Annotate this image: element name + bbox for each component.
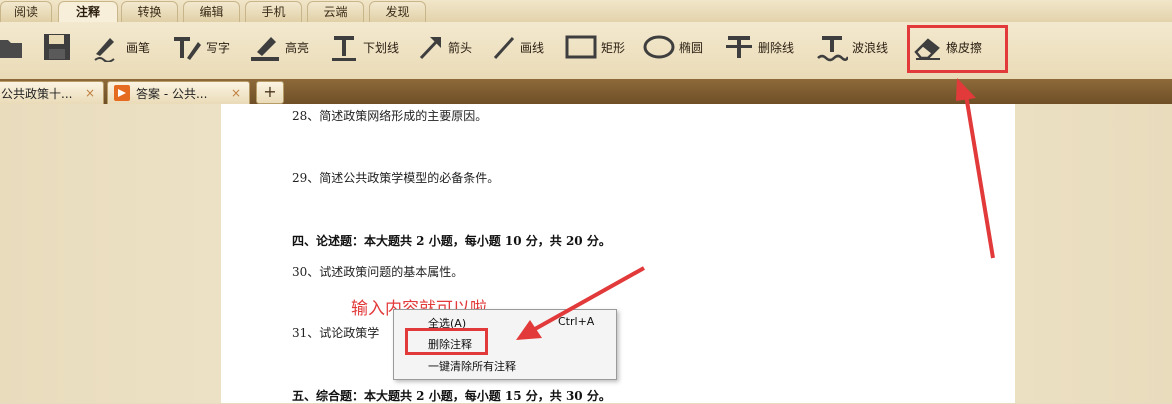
new-tab-button[interactable]: +	[256, 81, 284, 104]
arrow-icon	[419, 37, 441, 60]
strikethrough-icon	[726, 36, 752, 58]
tab-title: 公共政策十...	[1, 86, 73, 101]
close-icon[interactable]: ×	[231, 86, 241, 100]
save-icon	[44, 34, 70, 60]
section-four-heading: 四、论述题：本大题共 2 小题，每小题 10 分，共 20 分。	[292, 234, 611, 248]
question-29: 29、简述公共政策学模型的必备条件。	[292, 171, 500, 185]
line-icon	[493, 36, 515, 60]
ellipse-tool-button[interactable]: 椭圆	[643, 32, 703, 62]
delete-annotation-highlight-box	[405, 328, 488, 355]
pen-label: 画笔	[126, 40, 151, 55]
pdf-app-icon	[114, 85, 130, 101]
menu-bar: 阅读 注释 转换 编辑 手机 云端 发现	[0, 0, 1172, 24]
menu-tab-mobile[interactable]: 手机	[245, 1, 302, 23]
menu-tab-annotate[interactable]: 注释	[58, 1, 118, 24]
pen-tool-button[interactable]: 画笔	[92, 32, 150, 62]
menu-tab-convert[interactable]: 转换	[121, 1, 178, 23]
underline-label: 下划线	[363, 40, 400, 55]
shortcut-select-all: Ctrl+A	[558, 315, 595, 328]
rectangle-tool-button[interactable]: 矩形	[565, 32, 625, 62]
line-label: 画线	[520, 40, 545, 55]
menu-tab-cloud[interactable]: 云端	[307, 1, 364, 23]
highlight-tool-button[interactable]: 高亮	[249, 32, 309, 62]
section-five-heading: 五、综合题：本大题共 2 小题，每小题 15 分，共 30 分。	[292, 389, 611, 403]
strikethrough-label: 删除线	[758, 40, 795, 55]
rectangle-label: 矩形	[601, 40, 626, 55]
arrow-tool-button[interactable]: 箭头	[418, 32, 472, 62]
menu-tab-read[interactable]: 阅读	[0, 1, 52, 23]
wavy-line-label: 波浪线	[852, 40, 889, 55]
highlight-label: 高亮	[285, 40, 310, 55]
wavy-line-tool-button[interactable]: 波浪线	[816, 32, 888, 62]
text-icon	[174, 37, 201, 60]
wavy-line-icon	[817, 36, 848, 62]
ellipse-icon	[643, 35, 675, 59]
strikethrough-tool-button[interactable]: 删除线	[724, 32, 794, 62]
document-tab-2[interactable]: 答案 - 公共... ×	[107, 81, 250, 104]
document-tab-1[interactable]: 公共政策十... ×	[0, 81, 104, 104]
line-tool-button[interactable]: 画线	[492, 32, 544, 62]
tab-title: 答案 - 公共...	[136, 86, 208, 101]
menu-tab-edit[interactable]: 编辑	[183, 1, 240, 23]
rectangle-icon	[565, 35, 597, 59]
close-icon[interactable]: ×	[85, 86, 95, 100]
write-tool-button[interactable]: 写字	[172, 32, 230, 62]
question-30: 30、试述政策问题的基本属性。	[292, 265, 464, 279]
write-label: 写字	[206, 40, 231, 55]
pen-icon	[94, 38, 115, 62]
underline-icon	[332, 36, 356, 61]
document-page[interactable]: 28、简述政策网络形成的主要原因。 29、简述公共政策学模型的必备条件。 四、论…	[221, 104, 1015, 403]
underline-tool-button[interactable]: 下划线	[329, 32, 399, 62]
save-button[interactable]	[42, 32, 72, 62]
question-28: 28、简述政策网络形成的主要原因。	[292, 109, 488, 123]
ellipse-label: 椭圆	[679, 40, 704, 55]
eraser-highlight-box	[907, 25, 1008, 73]
highlighter-icon	[251, 37, 279, 61]
menu-tab-discover[interactable]: 发现	[369, 1, 426, 23]
menu-item-clear-all-annotations[interactable]: 一键清除所有注释	[428, 358, 516, 374]
question-31: 31、试论政策学	[292, 326, 380, 340]
folder-icon	[0, 40, 22, 58]
document-tab-strip: 公共政策十... × 答案 - 公共... × +	[0, 79, 1172, 104]
open-folder-button[interactable]	[0, 32, 24, 62]
arrow-label: 箭头	[448, 40, 473, 55]
